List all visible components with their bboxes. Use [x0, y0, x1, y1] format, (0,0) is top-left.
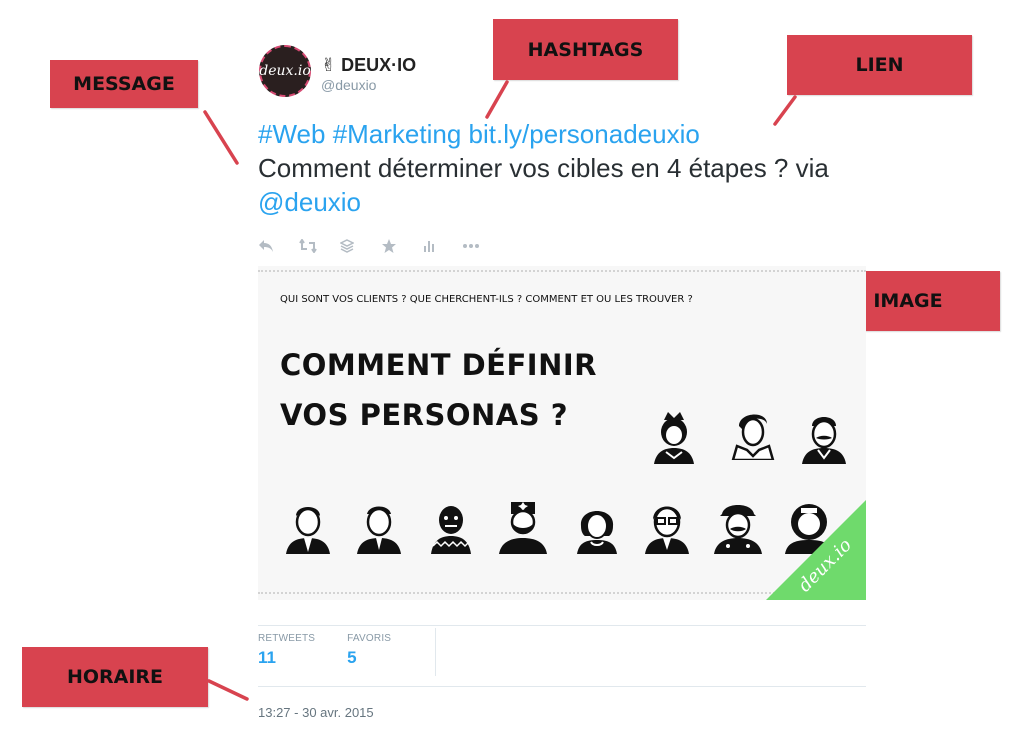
user-handle[interactable]: @deuxio — [321, 77, 376, 93]
hashtag-web[interactable]: #Web — [258, 119, 325, 149]
image-tagline: QUI SONT VOS CLIENTS ? QUE CHERCHENT-ILS… — [280, 294, 693, 305]
tweet-stats: RETWEETS 11 FAVORIS 5 — [258, 633, 423, 668]
tweet-message: #Web #Marketing bit.ly/personadeuxio Com… — [258, 117, 878, 219]
persona-general-icon — [714, 505, 762, 554]
image-title-line1: COMMENT DÉFINIR — [280, 348, 597, 382]
tweet-actions — [258, 232, 504, 260]
persona-man-suit-icon — [286, 507, 330, 554]
persona-glasses-man-icon — [645, 506, 689, 554]
retweets-count: 11 — [258, 648, 276, 667]
tweet-image[interactable]: QUI SONT VOS CLIENTS ? QUE CHERCHENT-ILS… — [258, 266, 866, 600]
persona-tribal-icon — [431, 506, 471, 554]
avatar-logo-text: deux.io — [259, 63, 311, 79]
persona-soldier-icon — [499, 502, 547, 554]
star-icon[interactable] — [381, 232, 422, 260]
image-title-line2: VOS PERSONAS ? — [280, 398, 569, 432]
favoris-count: 5 — [347, 648, 357, 667]
retweets-label: RETWEETS — [258, 633, 316, 644]
tweet-link[interactable]: bit.ly/personadeuxio — [469, 119, 700, 149]
tweet-text-body: Comment déterminer vos cibles en 4 étape… — [258, 153, 829, 183]
retweet-icon[interactable] — [299, 232, 340, 260]
display-name[interactable]: ✌ DEUX·IO — [321, 55, 416, 76]
stats-divider-top — [258, 625, 866, 626]
stats-divider-bottom — [258, 686, 866, 687]
persona-businessman-icon — [357, 506, 401, 554]
dotted-border-top — [258, 270, 866, 272]
stats-separator — [435, 628, 436, 676]
mention-deuxio[interactable]: @deuxio — [258, 187, 361, 217]
reply-icon[interactable] — [258, 232, 299, 260]
more-icon[interactable] — [463, 232, 504, 260]
analytics-icon[interactable] — [422, 232, 463, 260]
retweets-stat[interactable]: RETWEETS 11 — [258, 633, 315, 668]
persona-queen-icon — [654, 412, 694, 464]
favoris-label: FAVORIS — [347, 633, 392, 644]
persona-woman-icon — [577, 511, 617, 554]
favoris-stat[interactable]: FAVORIS 5 — [347, 633, 391, 668]
persona-elvis-icon — [731, 414, 775, 460]
buffer-icon[interactable] — [340, 232, 381, 260]
tweet-timestamp[interactable]: 13:27 - 30 avr. 2015 — [258, 705, 374, 720]
avatar[interactable]: deux.io — [259, 45, 311, 97]
persona-mustache-man-icon — [802, 417, 846, 464]
hashtag-marketing[interactable]: #Marketing — [333, 119, 462, 149]
